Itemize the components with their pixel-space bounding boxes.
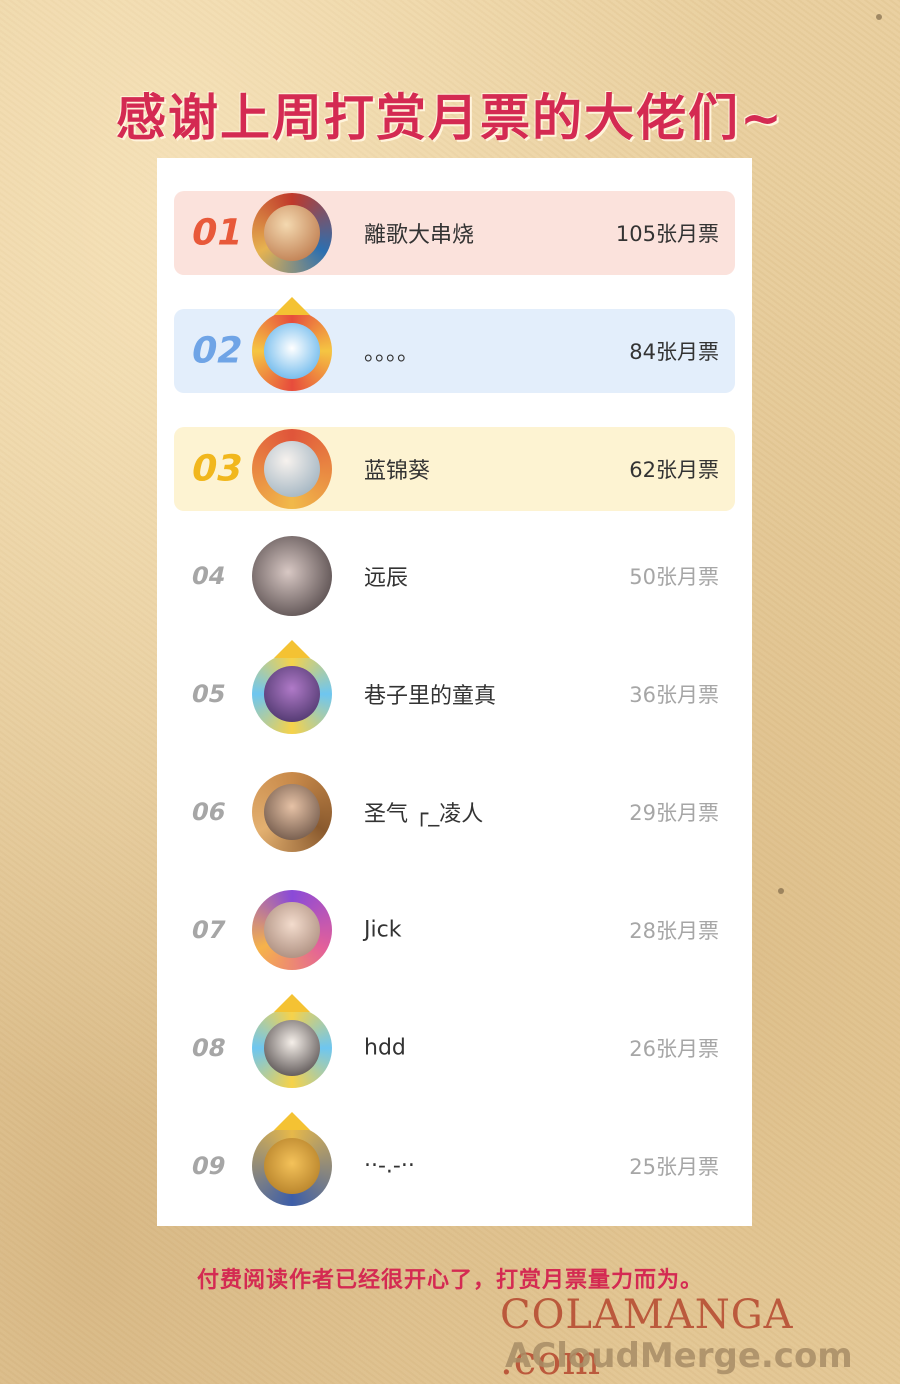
footer-note: 付费阅读作者已经很开心了，打赏月票量力而为。 [196, 1268, 703, 1293]
nickname: hdd [364, 1035, 406, 1061]
nickname: 離歌大串烧 [364, 223, 475, 248]
rank-row-6[interactable]: 06 圣气 ┌_凌人 29张月票 [174, 770, 735, 854]
page-title: 感谢上周打赏月票的大佬们~ [116, 89, 784, 147]
nickname: 。。。。 [364, 341, 420, 366]
avatar[interactable] [252, 1112, 332, 1206]
vote-count: 36张月票 [629, 683, 719, 707]
rank-row-1[interactable]: 01 離歌大串烧 105张月票 [174, 191, 735, 275]
watermark-acloudmerge: ACloudMerge.com [505, 1336, 853, 1376]
avatar[interactable] [252, 640, 332, 734]
nickname: 蓝锦葵 [364, 459, 431, 484]
rank-number: 05 [189, 680, 229, 708]
vote-count: 28张月票 [629, 919, 719, 943]
rank-row-7[interactable]: 07 Jick 28张月票 [174, 888, 735, 972]
avatar[interactable] [252, 536, 332, 616]
rank-number: 06 [189, 798, 229, 826]
rank-row-5[interactable]: 05 巷子里的童真 36张月票 [174, 640, 735, 736]
decorative-dot [876, 14, 882, 20]
avatar[interactable] [252, 429, 332, 509]
vote-count: 26张月票 [629, 1037, 719, 1061]
nickname: 远辰 [364, 566, 409, 591]
avatar[interactable] [252, 994, 332, 1088]
crown-icon [274, 297, 310, 315]
nickname: 巷子里的童真 [364, 684, 497, 709]
vote-count: 84张月票 [629, 340, 719, 364]
rank-number: 04 [189, 562, 229, 590]
rank-row-2[interactable]: 02 。。。。 84张月票 [174, 297, 735, 393]
vote-count: 29张月票 [629, 801, 719, 825]
rank-row-9[interactable]: 09 ··-.-·· 25张月票 [174, 1112, 735, 1208]
rank-number: 07 [189, 916, 229, 944]
rank-number: 03 [187, 448, 247, 490]
rank-number: 08 [189, 1034, 229, 1062]
rank-row-8[interactable]: 08 hdd 26张月票 [174, 994, 735, 1090]
crown-icon [274, 1112, 310, 1130]
nickname: ··-.-·· [364, 1153, 415, 1179]
decorative-dot [778, 888, 784, 894]
rank-row-3[interactable]: 03 蓝锦葵 62张月票 [174, 427, 735, 511]
vote-count: 62张月票 [629, 458, 719, 482]
vote-count: 50张月票 [629, 565, 719, 589]
avatar[interactable] [252, 193, 332, 273]
rank-number: 09 [189, 1152, 229, 1180]
nickname: 圣气 ┌_凌人 [364, 802, 484, 827]
crown-icon [274, 994, 310, 1012]
avatar[interactable] [252, 890, 332, 970]
rank-row-4[interactable]: 04 远辰 50张月票 [174, 534, 735, 618]
crown-icon [274, 640, 310, 658]
rank-number: 02 [187, 330, 247, 372]
avatar[interactable] [252, 772, 332, 852]
vote-count: 105张月票 [615, 222, 719, 246]
vote-count: 25张月票 [629, 1155, 719, 1179]
nickname: Jick [364, 917, 402, 943]
avatar[interactable] [252, 297, 332, 391]
rank-number: 01 [187, 212, 247, 254]
ranking-card: 01 離歌大串烧 105张月票 02 。。。。 84张月票 03 蓝锦葵 62张… [157, 158, 752, 1226]
